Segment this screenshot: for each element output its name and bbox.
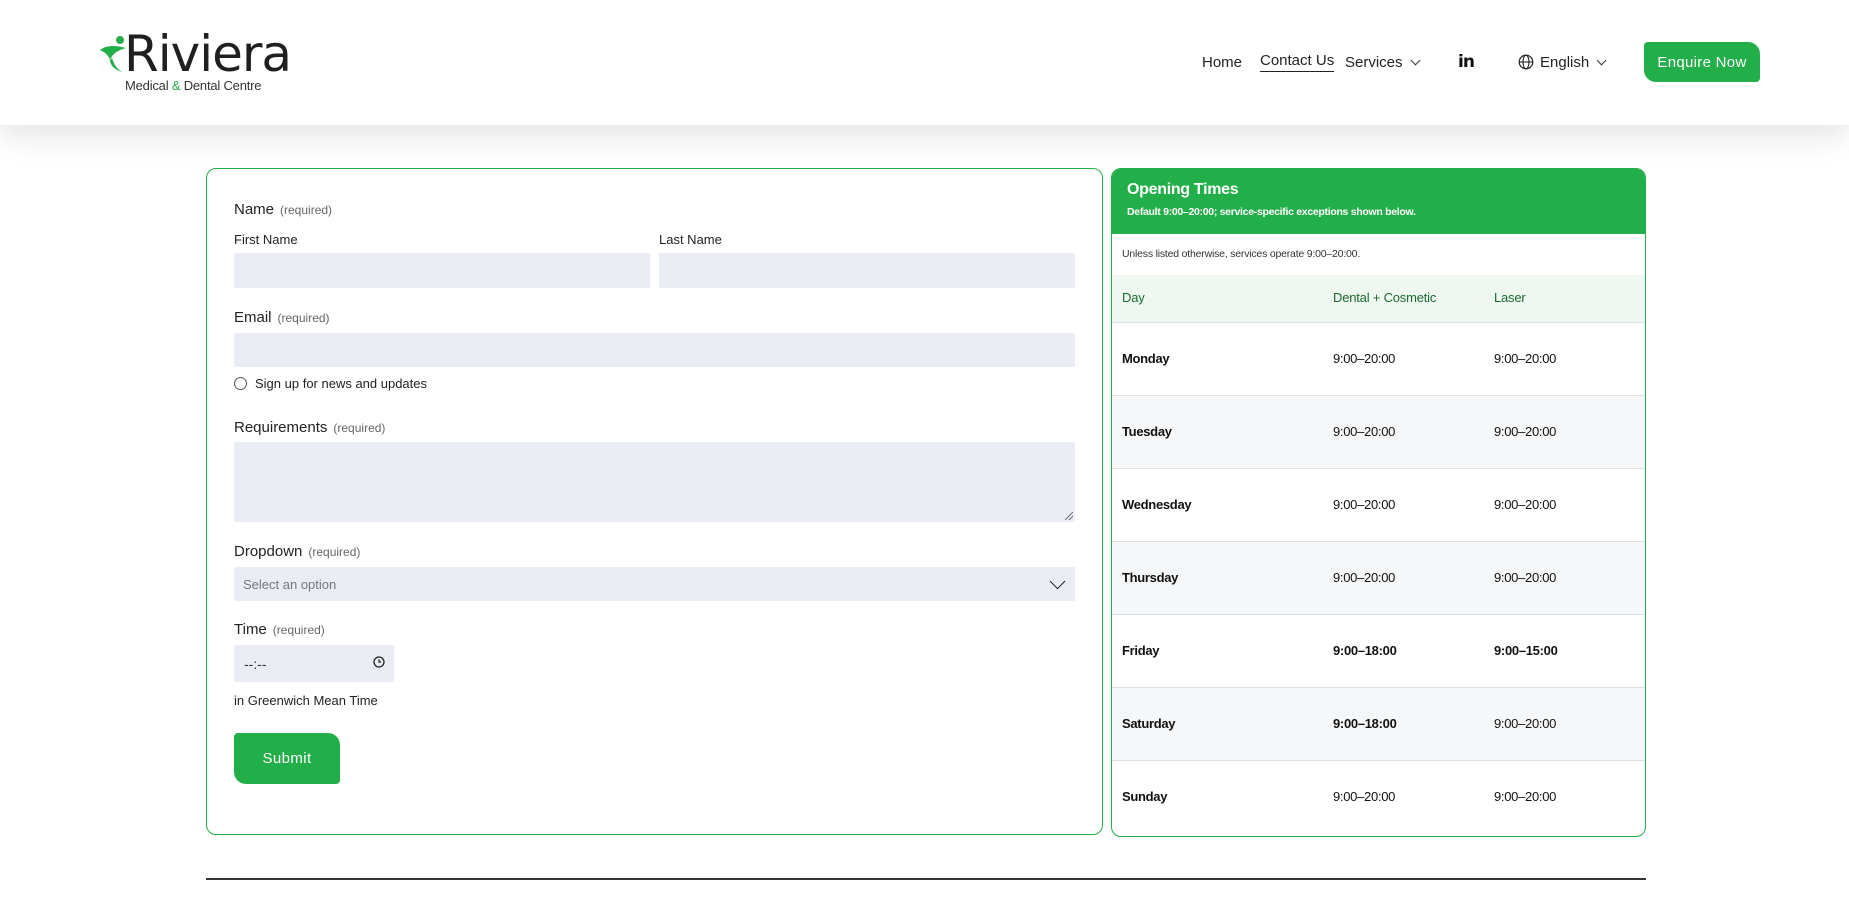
footer-divider [206,878,1646,880]
email-input[interactable] [234,333,1075,367]
language-selector[interactable]: English [1518,50,1607,74]
name-label: Name (required) [234,201,333,218]
chevron-down-icon [1410,55,1420,65]
nav-contact-link[interactable]: Contact Us [1260,50,1335,74]
column-header-day: Day [1122,290,1145,305]
table-row: Monday 9:00–20:00 9:00–20:00 [1112,323,1645,396]
chevron-down-icon [1049,573,1066,590]
table-row: Wednesday 9:00–20:00 9:00–20:00 [1112,469,1645,542]
logo-wordmark: Riviera [124,25,292,83]
enquire-now-button[interactable]: Enquire Now [1644,42,1760,82]
opening-times-subtitle: Default 9:00–20:00; service-specific exc… [1127,206,1416,218]
timezone-note: in Greenwich Mean Time [234,693,378,708]
time-input[interactable]: --:-- [234,645,394,682]
last-name-input[interactable] [659,253,1075,288]
contact-form: Name (required) First Name Last Name Emai… [206,168,1103,835]
logo-tagline: Medical & Dental Centre [125,78,262,93]
column-header-dental: Dental + Cosmetic [1333,290,1437,305]
linkedin-icon[interactable]: in [1458,50,1475,74]
dropdown-select[interactable]: Select an option [234,567,1075,601]
riviera-logo[interactable]: Riviera Medical & Dental Centre [98,25,292,98]
first-name-label: First Name [234,232,298,247]
opening-times-note: Unless listed otherwise, services operat… [1122,248,1361,260]
table-header: Day Dental + Cosmetic Laser [1112,275,1645,323]
last-name-label: Last Name [659,232,722,247]
table-row: Sunday 9:00–20:00 9:00–20:00 [1122,789,1557,804]
requirements-label: Requirements (required) [234,419,386,436]
chevron-down-icon [1596,55,1607,65]
nav-home-link[interactable]: Home [1202,50,1242,74]
table-row: Friday 9:00–18:00 9:00–15:00 [1112,615,1645,688]
clock-icon[interactable] [373,656,385,668]
opening-times-panel: Opening Times Default 9:00–20:00; servic… [1111,168,1646,837]
dropdown-label: Dropdown (required) [234,543,361,560]
table-row: Saturday 9:00–18:00 9:00–20:00 [1112,688,1645,761]
time-label: Time (required) [234,621,325,638]
email-label: Email (required) [234,309,330,326]
first-name-input[interactable] [234,253,650,288]
site-header: Riviera Medical & Dental Centre Home Con… [0,0,1849,125]
requirements-textarea[interactable] [234,442,1075,522]
resize-handle-icon[interactable] [1065,512,1073,520]
newsletter-label: Sign up for news and updates [255,376,428,391]
opening-times-title: Opening Times [1127,181,1239,198]
submit-button[interactable]: Submit [234,733,340,784]
table-row: Thursday 9:00–20:00 9:00–20:00 [1112,542,1645,615]
column-header-laser: Laser [1494,290,1526,305]
globe-icon [1518,54,1534,70]
nav-services-menu[interactable]: Services [1345,50,1420,74]
table-row: Tuesday 9:00–20:00 9:00–20:00 [1112,396,1645,469]
newsletter-checkbox[interactable] [234,377,247,390]
opening-times-header: Opening Times Default 9:00–20:00; servic… [1112,169,1645,234]
